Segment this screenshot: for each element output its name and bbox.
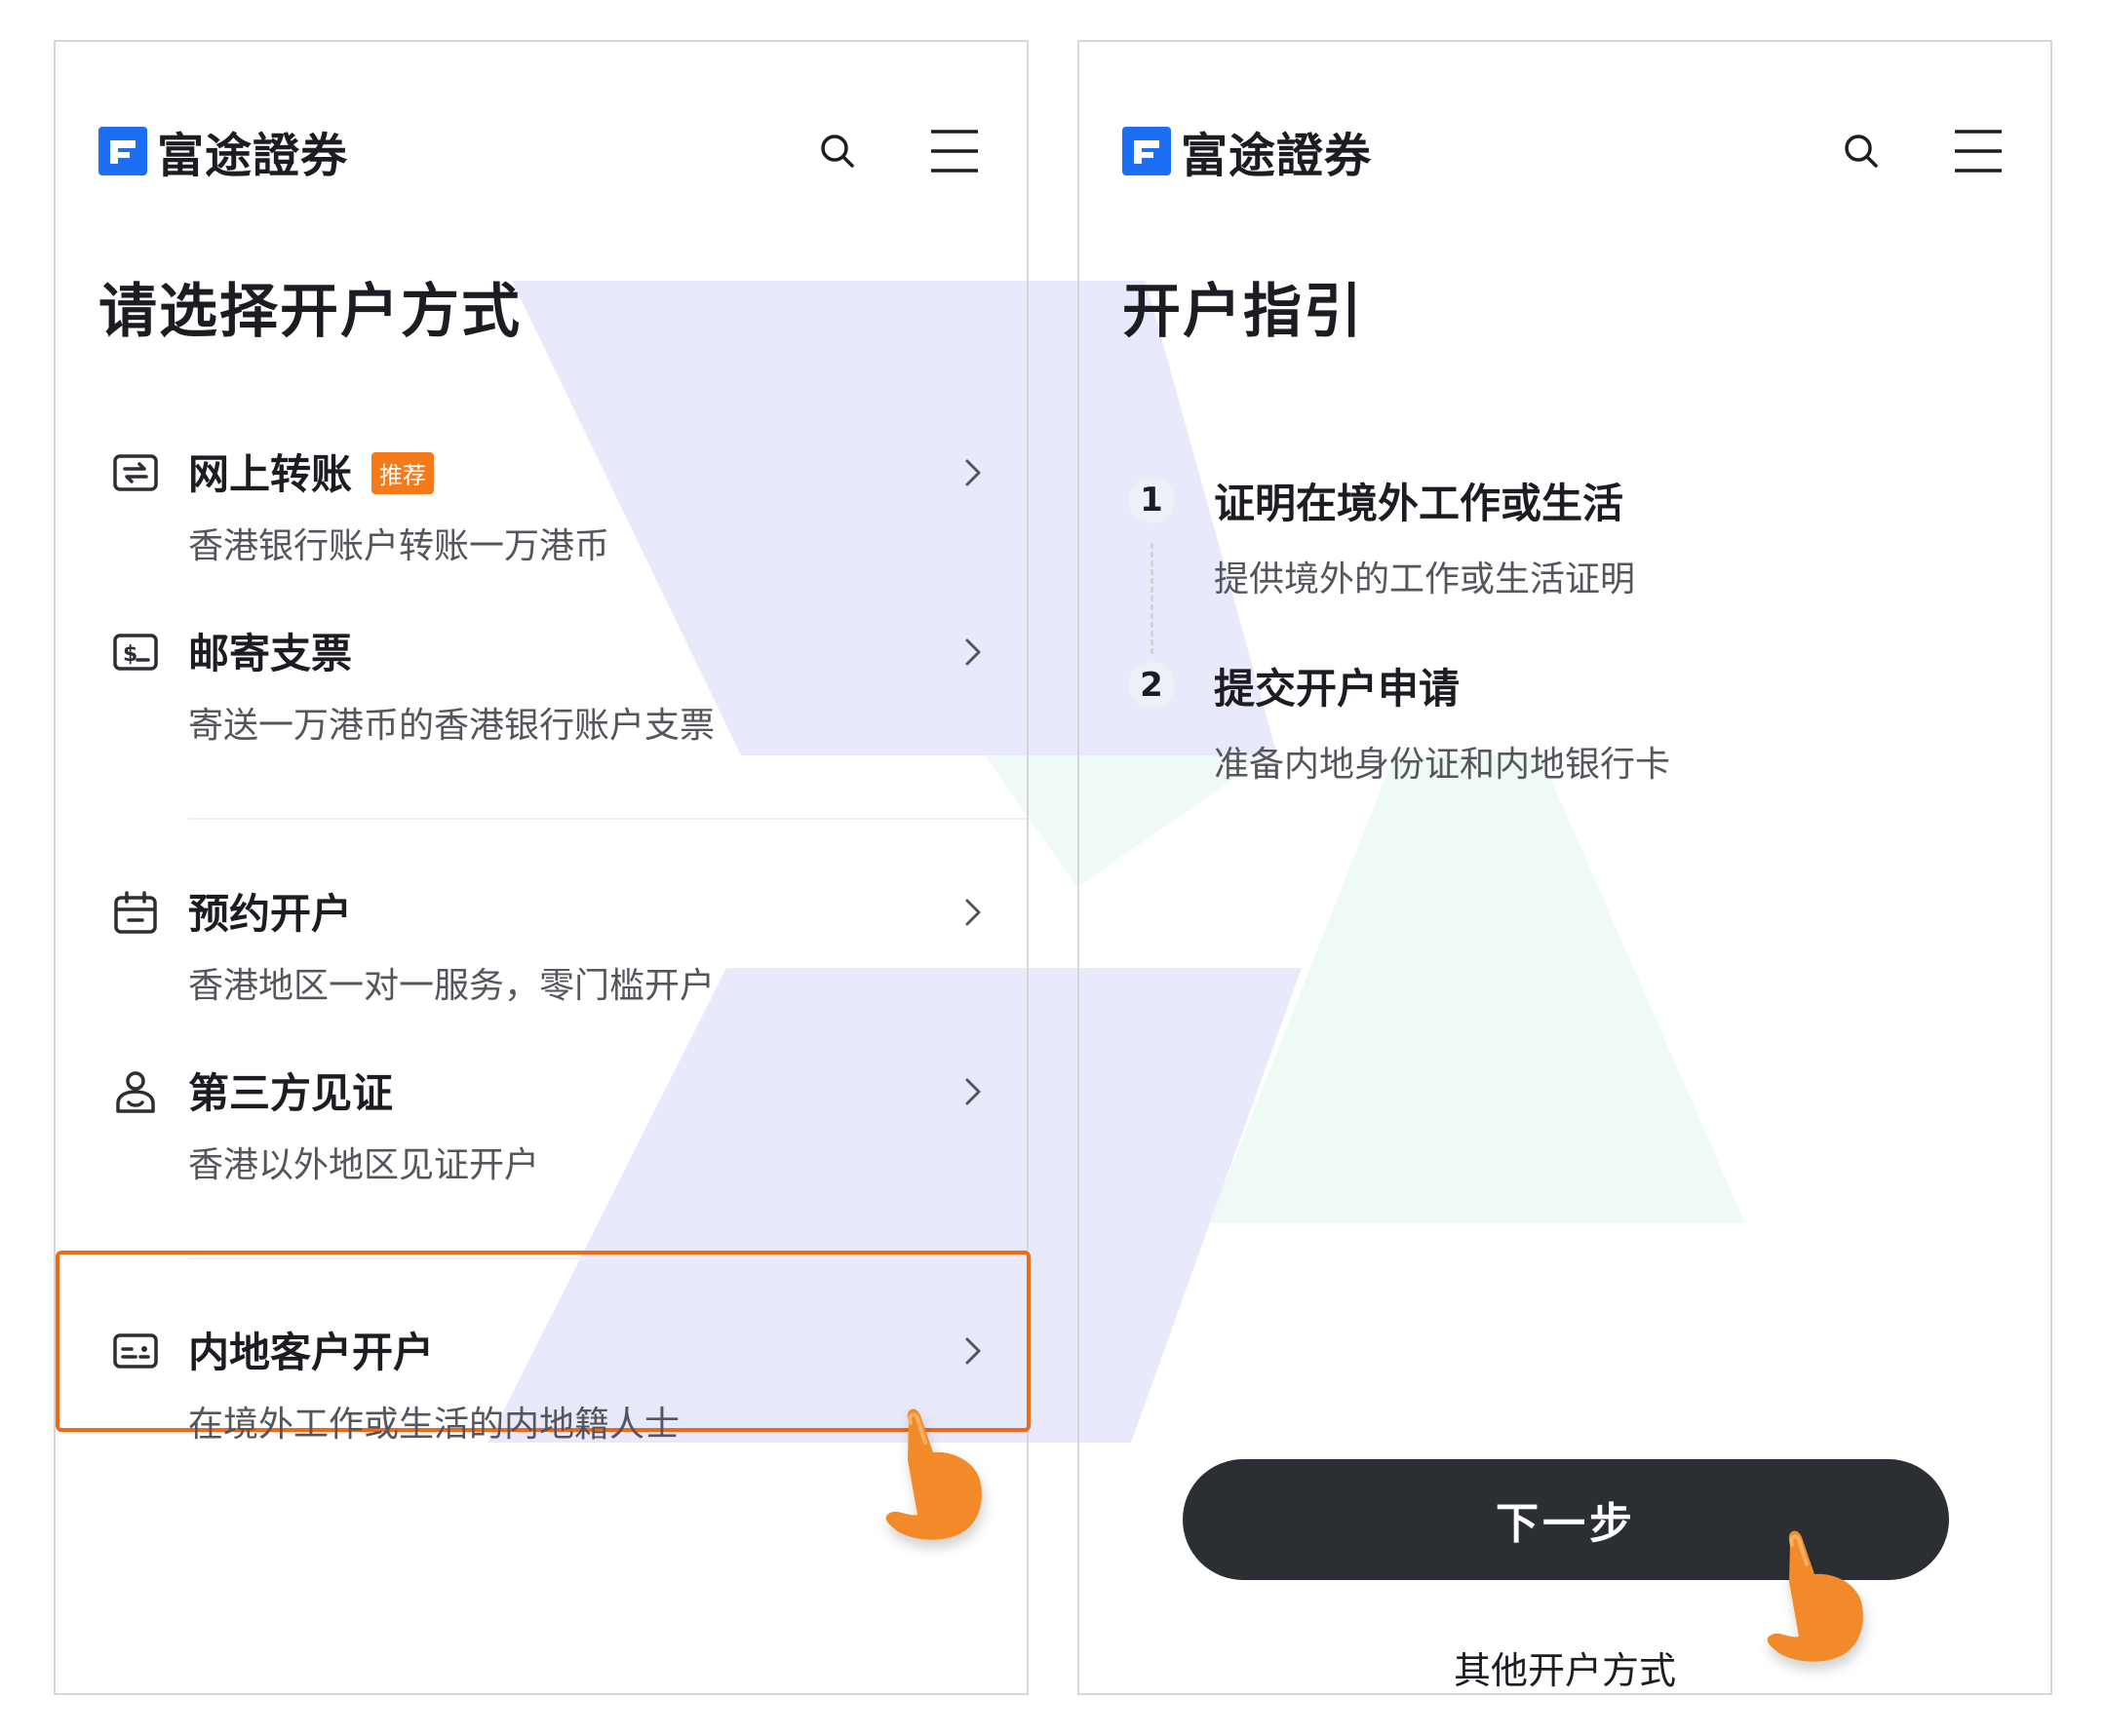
step-number: 1	[1128, 477, 1175, 523]
option-title: 预约开户	[188, 890, 353, 938]
logo-text: 富途證券	[157, 129, 349, 183]
futu-logo-icon	[98, 127, 147, 175]
menu-icon[interactable]	[1945, 118, 2011, 184]
recommended-badge: 推荐	[371, 452, 435, 494]
calendar-icon	[112, 889, 159, 936]
step-description: 提供境外的工作或生活证明	[1214, 559, 1636, 599]
page-title: 开户指引	[1122, 278, 1364, 346]
chevron-right-icon	[958, 633, 988, 672]
option-description: 香港银行账户转账一万港币	[188, 526, 610, 566]
step-description: 准备内地身份证和内地银行卡	[1214, 745, 1671, 785]
pointer-hand-icon	[1746, 1524, 1892, 1679]
option-online-transfer[interactable]: 网上转账 推荐 香港银行账户转账一万港币	[56, 432, 1027, 598]
option-description: 寄送一万港币的香港银行账户支票	[188, 706, 716, 746]
option-title-text: 网上转账	[188, 450, 353, 498]
option-third-party-witness[interactable]: 第三方见证 香港以外地区见证开户	[56, 1051, 1027, 1216]
logo-text: 富途證券	[1181, 129, 1373, 183]
step-title: 证明在境外工作或生活	[1214, 480, 1624, 527]
futu-logo-icon	[1122, 127, 1171, 175]
option-description: 香港地区一对一服务，零门槛开户	[188, 966, 716, 1006]
menu-icon[interactable]	[921, 118, 988, 184]
option-title: 邮寄支票	[188, 630, 353, 677]
chevron-right-icon	[958, 893, 988, 932]
divider	[188, 818, 1027, 820]
id-card-icon	[112, 1328, 159, 1374]
page-title: 请选择开户方式	[98, 278, 522, 346]
person-icon	[112, 1068, 159, 1115]
app-header: 富途證券	[1122, 118, 2011, 184]
futu-logo[interactable]: 富途證券	[98, 118, 348, 184]
option-description: 在境外工作或生活的内地籍人士	[188, 1405, 681, 1445]
option-appointment[interactable]: 预约开户 香港地区一对一服务，零门槛开户	[56, 871, 1027, 1037]
search-icon[interactable]	[1828, 118, 1894, 184]
transfer-icon	[112, 449, 159, 496]
chevron-right-icon	[958, 453, 988, 492]
chevron-right-icon	[958, 1072, 988, 1111]
app-header: 富途證券	[98, 118, 988, 184]
svg-text:$: $	[123, 642, 137, 667]
account-guide-screen: 富途證券 开户指引 1 证明在境外工作或生活 提供境外的工作或生活证明 2 提交…	[1077, 40, 2052, 1695]
option-title: 网上转账 推荐	[188, 442, 435, 501]
option-title: 内地客户开户	[188, 1329, 435, 1376]
chevron-right-icon	[958, 1331, 988, 1370]
cheque-icon: $	[112, 629, 159, 675]
step-connector	[1150, 543, 1153, 654]
other-methods-link[interactable]: 其他开户方式	[1079, 1640, 2050, 1694]
step-number: 2	[1128, 662, 1175, 709]
search-icon[interactable]	[804, 118, 871, 184]
step-title: 提交开户申请	[1214, 665, 1461, 713]
option-title: 第三方见证	[188, 1069, 394, 1117]
option-mail-cheque[interactable]: $ 邮寄支票 寄送一万港币的香港银行账户支票	[56, 611, 1027, 777]
account-method-screen: 富途證券 请选择开户方式 网上转账 推荐 香港银行账户转账一万港币 $ 邮寄支票 …	[54, 40, 1031, 1695]
futu-logo[interactable]: 富途證券	[1122, 118, 1372, 184]
option-description: 香港以外地区见证开户	[188, 1145, 540, 1185]
pointer-hand-icon	[865, 1402, 1011, 1558]
